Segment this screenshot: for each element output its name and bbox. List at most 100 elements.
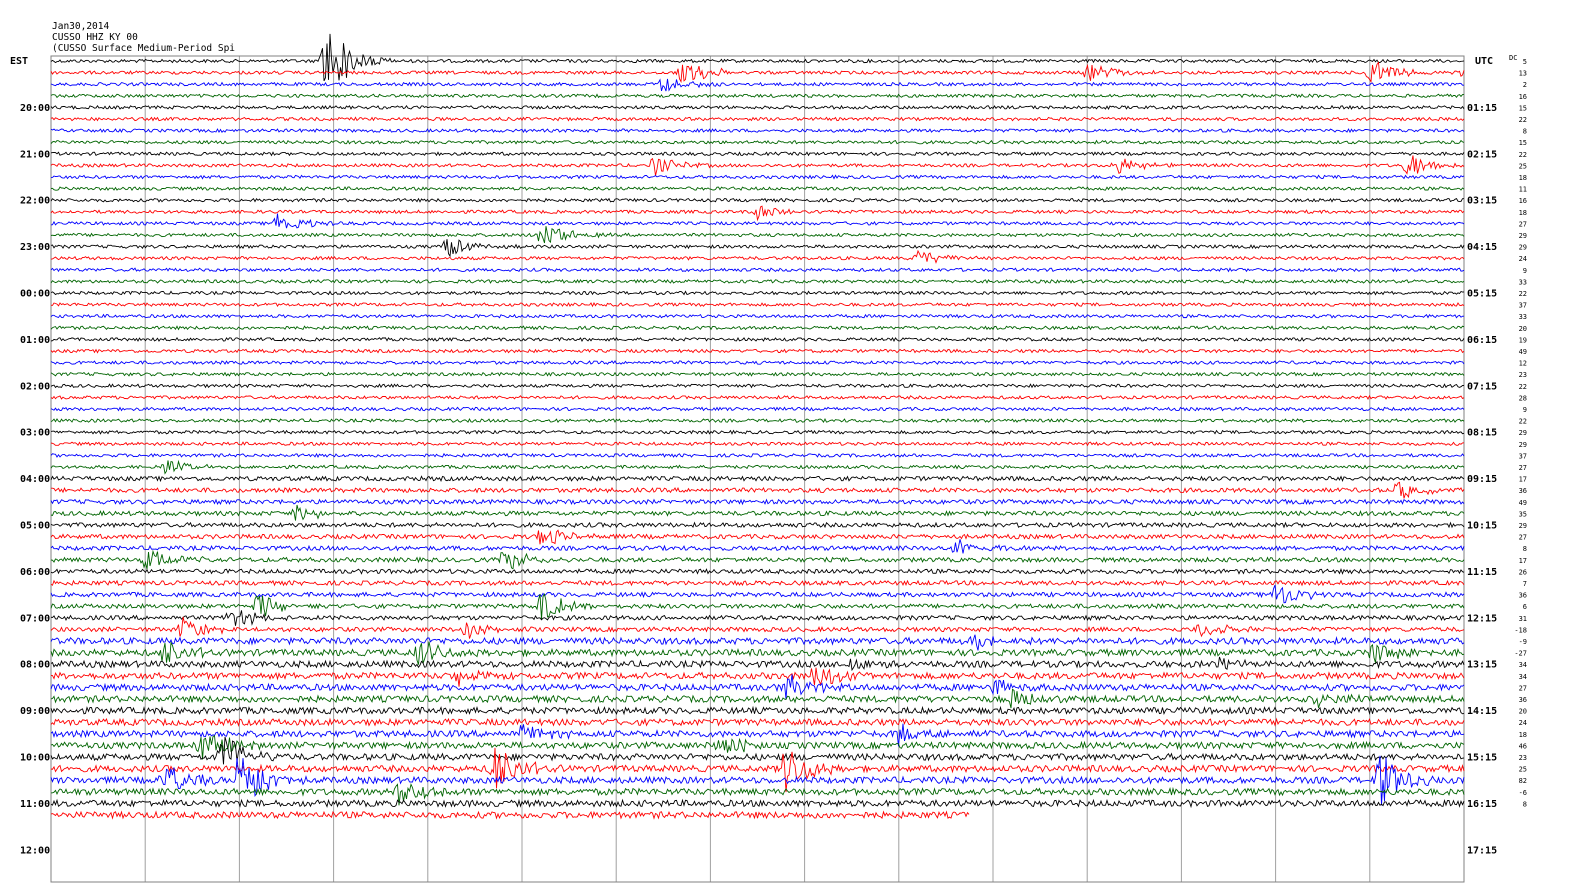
dc-offset-label: 13 (1519, 70, 1527, 78)
dc-offset-label: 27 (1519, 684, 1527, 692)
trace-line (50, 567, 1465, 575)
trace-line (50, 441, 1465, 447)
dc-offset-label: 22 (1519, 151, 1527, 159)
trace-line (50, 810, 970, 820)
trace-line (50, 104, 1465, 110)
dc-offset-label: 33 (1519, 278, 1527, 286)
utc-time-label: 16:15 (1467, 799, 1497, 810)
dc-offset-label: 6 (1523, 603, 1527, 611)
dc-offset-label: 22 (1519, 383, 1527, 391)
dc-offset-label: 8 (1523, 545, 1527, 553)
trace-line (50, 61, 1465, 84)
trace-line (50, 634, 1465, 651)
trace-line (50, 383, 1465, 389)
utc-time-label: 03:15 (1467, 196, 1497, 207)
dc-offset-label: 18 (1519, 209, 1527, 217)
dc-offset-label: 8 (1523, 800, 1527, 808)
dc-offset-label: 82 (1519, 777, 1527, 785)
trace-line (50, 735, 1465, 760)
dc-offset-label: 29 (1519, 232, 1527, 240)
est-time-label: 23:00 (20, 242, 50, 253)
utc-time-label: 08:15 (1467, 428, 1497, 439)
utc-time-label: 01:15 (1467, 103, 1497, 114)
trace-line (50, 674, 1465, 699)
trace-line (50, 641, 1465, 665)
trace-line (50, 290, 1465, 296)
utc-time-label: 04:15 (1467, 242, 1497, 253)
header-description: (CUSSO Surface Medium-Period Spi (52, 43, 235, 54)
dc-offset-label: 36 (1519, 696, 1527, 704)
dc-offset-label: 28 (1519, 394, 1527, 402)
dc-offset-label: 15 (1519, 104, 1527, 112)
est-time-label: 02:00 (20, 381, 50, 392)
trace-line (50, 93, 1465, 99)
dc-offset-label: 12 (1519, 360, 1527, 368)
trace-line (50, 302, 1465, 308)
dc-offset-label: 18 (1519, 174, 1527, 182)
dc-offset-label: 25 (1519, 766, 1527, 774)
trace-line (50, 417, 1465, 424)
dc-offset-label: 29 (1519, 429, 1527, 437)
est-time-label: 05:00 (20, 521, 50, 532)
trace-line (50, 394, 1465, 400)
trace-line (50, 371, 1465, 377)
trace-line (50, 348, 1465, 354)
trace-line (50, 656, 1465, 672)
dc-offset-label: 20 (1519, 325, 1527, 333)
utc-time-label: 12:15 (1467, 613, 1497, 624)
utc-time-label: 17:15 (1467, 845, 1497, 856)
trace-line (50, 278, 1465, 284)
est-time-label: 03:00 (20, 428, 50, 439)
utc-time-label: 07:15 (1467, 381, 1497, 392)
trace-line (50, 360, 1465, 366)
trace-line (50, 197, 1464, 203)
dc-offset-label: 5 (1523, 58, 1527, 66)
dc-offset-label: 17 (1519, 557, 1527, 565)
dc-offset-label: 22 (1519, 290, 1527, 298)
dc-header-label: DC (1509, 54, 1517, 62)
dc-offset-label: 36 (1519, 487, 1527, 495)
est-time-label: 04:00 (20, 474, 50, 485)
est-time-label: 20:00 (20, 103, 50, 114)
trace-line (50, 475, 1465, 483)
trace-line (50, 429, 1465, 435)
dc-offset-label: 29 (1519, 522, 1527, 530)
trace-line (50, 688, 1465, 709)
trace-line (50, 498, 1465, 506)
dc-offset-label: 9 (1523, 267, 1527, 275)
trace-line (50, 226, 1465, 244)
utc-time-label: 09:15 (1467, 474, 1497, 485)
trace-line (50, 504, 1465, 521)
est-time-label: 22:00 (20, 196, 50, 207)
dc-offset-label: 37 (1519, 302, 1527, 310)
dc-offset-label: 20 (1519, 708, 1527, 716)
est-time-label: 01:00 (20, 335, 50, 346)
trace-line (50, 116, 1465, 122)
left-zone-label: EST (10, 56, 28, 67)
dc-offset-label: 7 (1523, 580, 1527, 588)
trace-line (50, 325, 1465, 331)
dc-offset-label: 27 (1519, 464, 1527, 472)
utc-time-label: 15:15 (1467, 753, 1497, 764)
trace-line (50, 249, 1465, 264)
dc-offset-label: 2 (1523, 81, 1527, 89)
right-zone-label: UTC (1475, 56, 1493, 67)
trace-line (50, 539, 1465, 554)
est-time-label: 07:00 (20, 613, 50, 624)
dc-offset-label: 34 (1519, 673, 1527, 681)
est-time-label: 21:00 (20, 149, 50, 160)
dc-offset-label: 22 (1519, 116, 1527, 124)
seismic-traces (50, 33, 1465, 820)
dc-offset-label: 49 (1519, 499, 1527, 507)
trace-line (50, 667, 1465, 687)
dc-offset-label: 35 (1519, 510, 1527, 518)
est-time-label: 00:00 (20, 289, 50, 300)
trace-line (50, 549, 1465, 570)
dc-offset-label: 29 (1519, 441, 1527, 449)
header-date: Jan30,2014 (52, 21, 109, 32)
dc-offset-label: 33 (1519, 313, 1527, 321)
trace-line (50, 798, 1465, 809)
est-time-label: 10:00 (20, 753, 50, 764)
dc-offset-label: 26 (1519, 568, 1527, 576)
header-channel: CUSSO HHZ KY 00 (52, 32, 138, 43)
